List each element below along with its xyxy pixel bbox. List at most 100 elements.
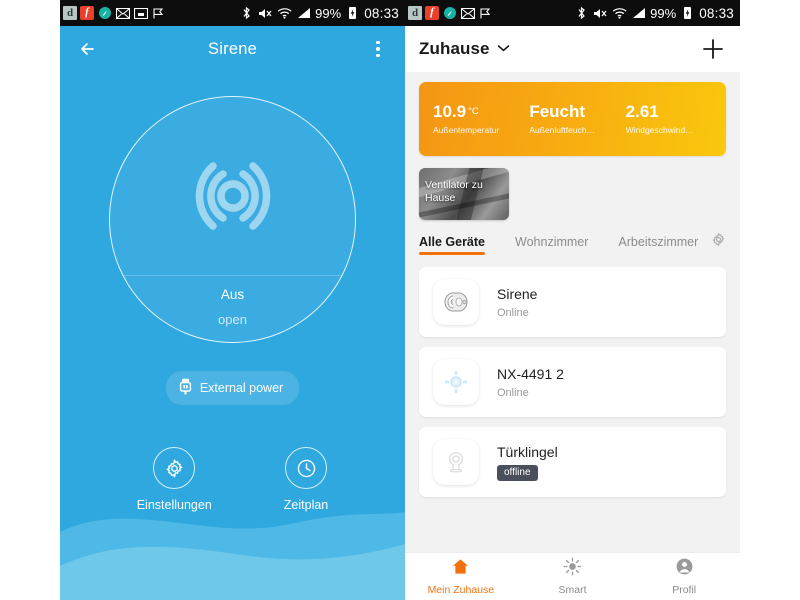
status-bar-right-icons: 99% 08:33 [239, 6, 399, 21]
doorbell-camera-icon [433, 439, 479, 485]
sun-icon [563, 557, 582, 581]
device-row-tuerklingel[interactable]: Türklingel offline [419, 427, 726, 497]
settings-action[interactable]: Einstellungen [137, 447, 212, 512]
usb-plug-icon [179, 378, 192, 398]
scene-row: Ventilator zu Hause [405, 156, 740, 220]
overflow-menu-icon[interactable] [367, 38, 389, 60]
nav-item-profil[interactable]: Profil [628, 553, 740, 600]
device-row-nx-4491-2[interactable]: NX-4491 2 Online [419, 347, 726, 417]
flag-icon [151, 6, 166, 21]
status-bar-right: d f 99% 08:33 [405, 0, 740, 26]
left-phone-panel: d f 99% 08:33 Sirene Aus open External p… [60, 0, 405, 600]
battery-percent: 99% [315, 5, 342, 21]
device-name: NX-4491 2 [497, 365, 564, 382]
sensor-device-icon [433, 359, 479, 405]
gear-icon [153, 447, 196, 489]
siren-detail-screen: Sirene Aus open External power Einstellu… [60, 26, 405, 600]
external-power-row: External power [60, 371, 405, 405]
tab-wohnzimmer[interactable]: Wohnzimmer [515, 235, 588, 255]
status-bar-left: d f 99% 08:33 [60, 0, 405, 26]
signal-icon [296, 6, 311, 21]
dial-divider [110, 275, 355, 276]
device-text: Türklingel offline [497, 444, 558, 481]
wifi-icon [612, 6, 627, 21]
weather-item-temperature: 10.9 °C Außentemperatur [433, 103, 529, 135]
person-icon [675, 557, 694, 581]
home-screen: Zuhause 10.9 °C Außentemperatur Feucht Au… [405, 26, 740, 600]
quick-actions: Einstellungen Zeitplan [60, 447, 405, 512]
nav-item-smart[interactable]: Smart [517, 553, 629, 600]
weather-value: 10.9 [433, 102, 467, 122]
d-app-icon: d [408, 6, 422, 20]
weather-label: Außenluftfeuch… [529, 124, 596, 135]
weather-item-wind: 2.61 Windgeschwind… [626, 103, 722, 135]
signal-icon [631, 6, 646, 21]
page-title: Sirene [208, 39, 257, 58]
nav-item-mein-zuhause[interactable]: Mein Zuhause [405, 553, 517, 600]
clock-time: 08:33 [364, 5, 399, 21]
weather-item-humidity: Feucht Außenluftfeuch… [529, 103, 625, 135]
screenshot-icon [133, 6, 148, 21]
scene-card-label: Ventilator zu Hause [425, 179, 483, 205]
nav-label: Mein Zuhause [427, 584, 495, 596]
device-name: Türklingel [497, 443, 558, 460]
gear-icon[interactable] [711, 232, 726, 257]
siren-device-icon [433, 279, 479, 325]
d-app-icon: d [63, 6, 77, 20]
right-phone-panel: d f 99% 08:33 Zuhause 10.9 °C Außentempe… [405, 0, 740, 600]
clock-time: 08:33 [699, 5, 734, 21]
device-text: Sirene Online [497, 286, 537, 319]
add-device-button[interactable] [700, 36, 726, 62]
mute-icon [593, 6, 608, 21]
room-tabs: Alle Geräte Wohnzimmer Arbeitszimmer [405, 220, 740, 257]
browser-icon [97, 6, 112, 21]
bluetooth-icon [574, 6, 589, 21]
status-bar-left-icons-2: d f [408, 6, 493, 21]
mute-icon [258, 6, 273, 21]
tab-arbeitszimmer[interactable]: Arbeitszimmer [618, 235, 698, 255]
bottom-nav: Mein Zuhause Smart Profil [405, 552, 740, 600]
device-status: Online [497, 386, 529, 399]
external-power-button[interactable]: External power [165, 371, 300, 405]
nav-label: Smart [558, 584, 587, 596]
dial-state-label: Aus [220, 287, 245, 302]
schedule-action[interactable]: Zeitplan [284, 447, 328, 512]
external-power-label: External power [199, 381, 284, 395]
status-bar-right-icons-2: 99% 08:33 [574, 6, 734, 21]
device-name: Sirene [497, 285, 538, 302]
mail-icon [460, 6, 475, 21]
flash-icon: f [80, 6, 94, 20]
dial-substate-label: open [218, 312, 247, 327]
flag-icon [478, 6, 493, 21]
schedule-action-label: Zeitplan [283, 498, 329, 512]
status-badge: offline [497, 464, 538, 481]
browser-icon [442, 6, 457, 21]
device-list: Sirene Online NX-4491 2 Online Türklinge… [405, 257, 740, 497]
wifi-icon [277, 6, 292, 21]
weather-card[interactable]: 10.9 °C Außentemperatur Feucht Außenluftf… [419, 82, 726, 156]
chevron-down-icon[interactable] [497, 40, 510, 58]
tab-alle-geraete[interactable]: Alle Geräte [419, 235, 486, 255]
battery-charging-icon [345, 6, 360, 21]
home-header: Zuhause [405, 26, 740, 72]
device-row-sirene[interactable]: Sirene Online [419, 267, 726, 337]
siren-power-dial[interactable]: Aus open [109, 96, 356, 343]
weather-label: Windgeschwind… [625, 124, 694, 135]
weather-label: Außentemperatur [433, 124, 500, 135]
status-bar-left-icons: d f [63, 6, 166, 21]
flash-icon: f [425, 6, 439, 20]
device-status: Online [497, 306, 529, 319]
nav-label: Profil [672, 584, 697, 596]
weather-value: 2.61 [625, 102, 659, 122]
clock-icon [285, 447, 328, 489]
siren-waves-icon [190, 159, 276, 238]
mail-icon [115, 6, 130, 21]
home-icon [451, 557, 470, 581]
home-name: Zuhause [419, 39, 490, 58]
settings-action-label: Einstellungen [136, 498, 212, 512]
battery-charging-icon [680, 6, 695, 21]
weather-value: Feucht [529, 102, 586, 122]
weather-unit: °C [468, 106, 479, 118]
scene-card-ventilator[interactable]: Ventilator zu Hause [419, 168, 509, 220]
device-text: NX-4491 2 Online [497, 366, 564, 399]
